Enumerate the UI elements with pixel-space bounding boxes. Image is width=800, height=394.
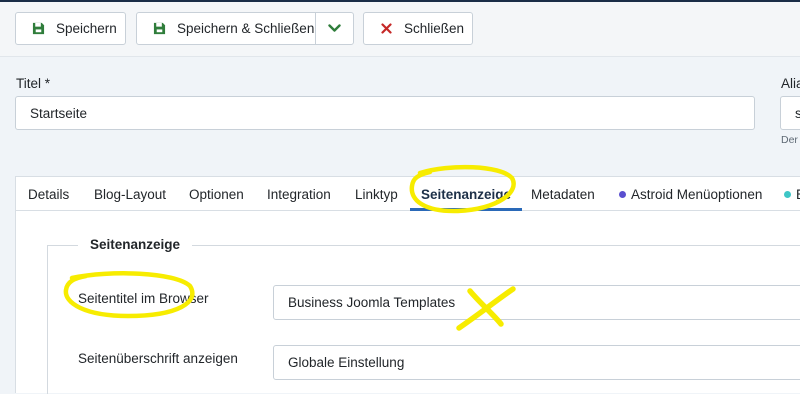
close-button[interactable]: Schließen — [363, 12, 473, 45]
save-label: Speichern — [56, 21, 117, 36]
close-icon — [378, 23, 394, 34]
tab-details[interactable]: Details — [28, 177, 69, 211]
dot-icon — [619, 190, 626, 198]
alias-input[interactable]: s — [780, 96, 800, 130]
save-icon — [151, 22, 167, 35]
close-label: Schließen — [404, 21, 465, 36]
title-label: Titel * — [16, 76, 51, 91]
tab-blog-layout[interactable]: Blog-Layout — [94, 177, 166, 211]
alias-value: s — [795, 105, 800, 121]
tab-seitenanzeige[interactable]: Seitenanzeige — [410, 177, 523, 211]
save-and-close-button[interactable]: Speichern & Schließen — [136, 12, 316, 45]
save-button[interactable]: Speichern — [15, 12, 126, 45]
tab-linktyp[interactable]: Linktyp — [355, 177, 398, 211]
chevron-down-icon — [328, 21, 341, 36]
dot-icon — [784, 190, 791, 198]
title-input[interactable]: Startseite — [15, 96, 755, 130]
tab-label: Integration — [267, 186, 331, 202]
save-icon — [30, 22, 46, 35]
tab-label: Astroid Menüoptionen — [631, 186, 763, 202]
alias-label: Alia — [781, 76, 800, 91]
tab-integration[interactable]: Integration — [267, 177, 331, 211]
save-and-close-label: Speichern & Schließen — [177, 21, 315, 36]
save-options-dropdown-button[interactable] — [315, 12, 354, 45]
browser-page-title-input[interactable]: Business Joomla Templates — [273, 285, 800, 320]
browser-page-title-value: Business Joomla Templates — [288, 295, 456, 310]
show-page-heading-label: Seitenüberschrift anzeigen — [78, 351, 238, 366]
tab-metadaten[interactable]: Metadaten — [531, 177, 595, 211]
tab-label: E — [796, 187, 800, 202]
tab-bar: Details Blog-Layout Optionen Integration… — [15, 176, 800, 211]
toolbar: Speichern Speichern & Schließen Schließe… — [0, 2, 800, 57]
fieldset-legend: Seitenanzeige — [78, 237, 193, 252]
tab-label: Optionen — [189, 186, 244, 202]
tab-label: Linktyp — [355, 186, 398, 202]
alias-helper-text: Der — [781, 134, 798, 146]
tab-label: Details — [28, 186, 70, 202]
show-page-heading-value: Globale Einstellung — [288, 355, 405, 370]
tab-label: Metadaten — [531, 186, 595, 202]
tab-partial[interactable]: E — [784, 177, 800, 211]
tab-astroid-menueoptionen[interactable]: Astroid Menüoptionen — [619, 177, 762, 211]
tab-optionen[interactable]: Optionen — [189, 177, 244, 211]
title-value: Startseite — [30, 105, 88, 121]
tab-label: Blog-Layout — [94, 186, 167, 202]
tab-label: Seitenanzeige — [421, 186, 512, 202]
browser-page-title-label: Seitentitel im Browser — [78, 291, 209, 306]
show-page-heading-select[interactable]: Globale Einstellung — [273, 345, 800, 380]
